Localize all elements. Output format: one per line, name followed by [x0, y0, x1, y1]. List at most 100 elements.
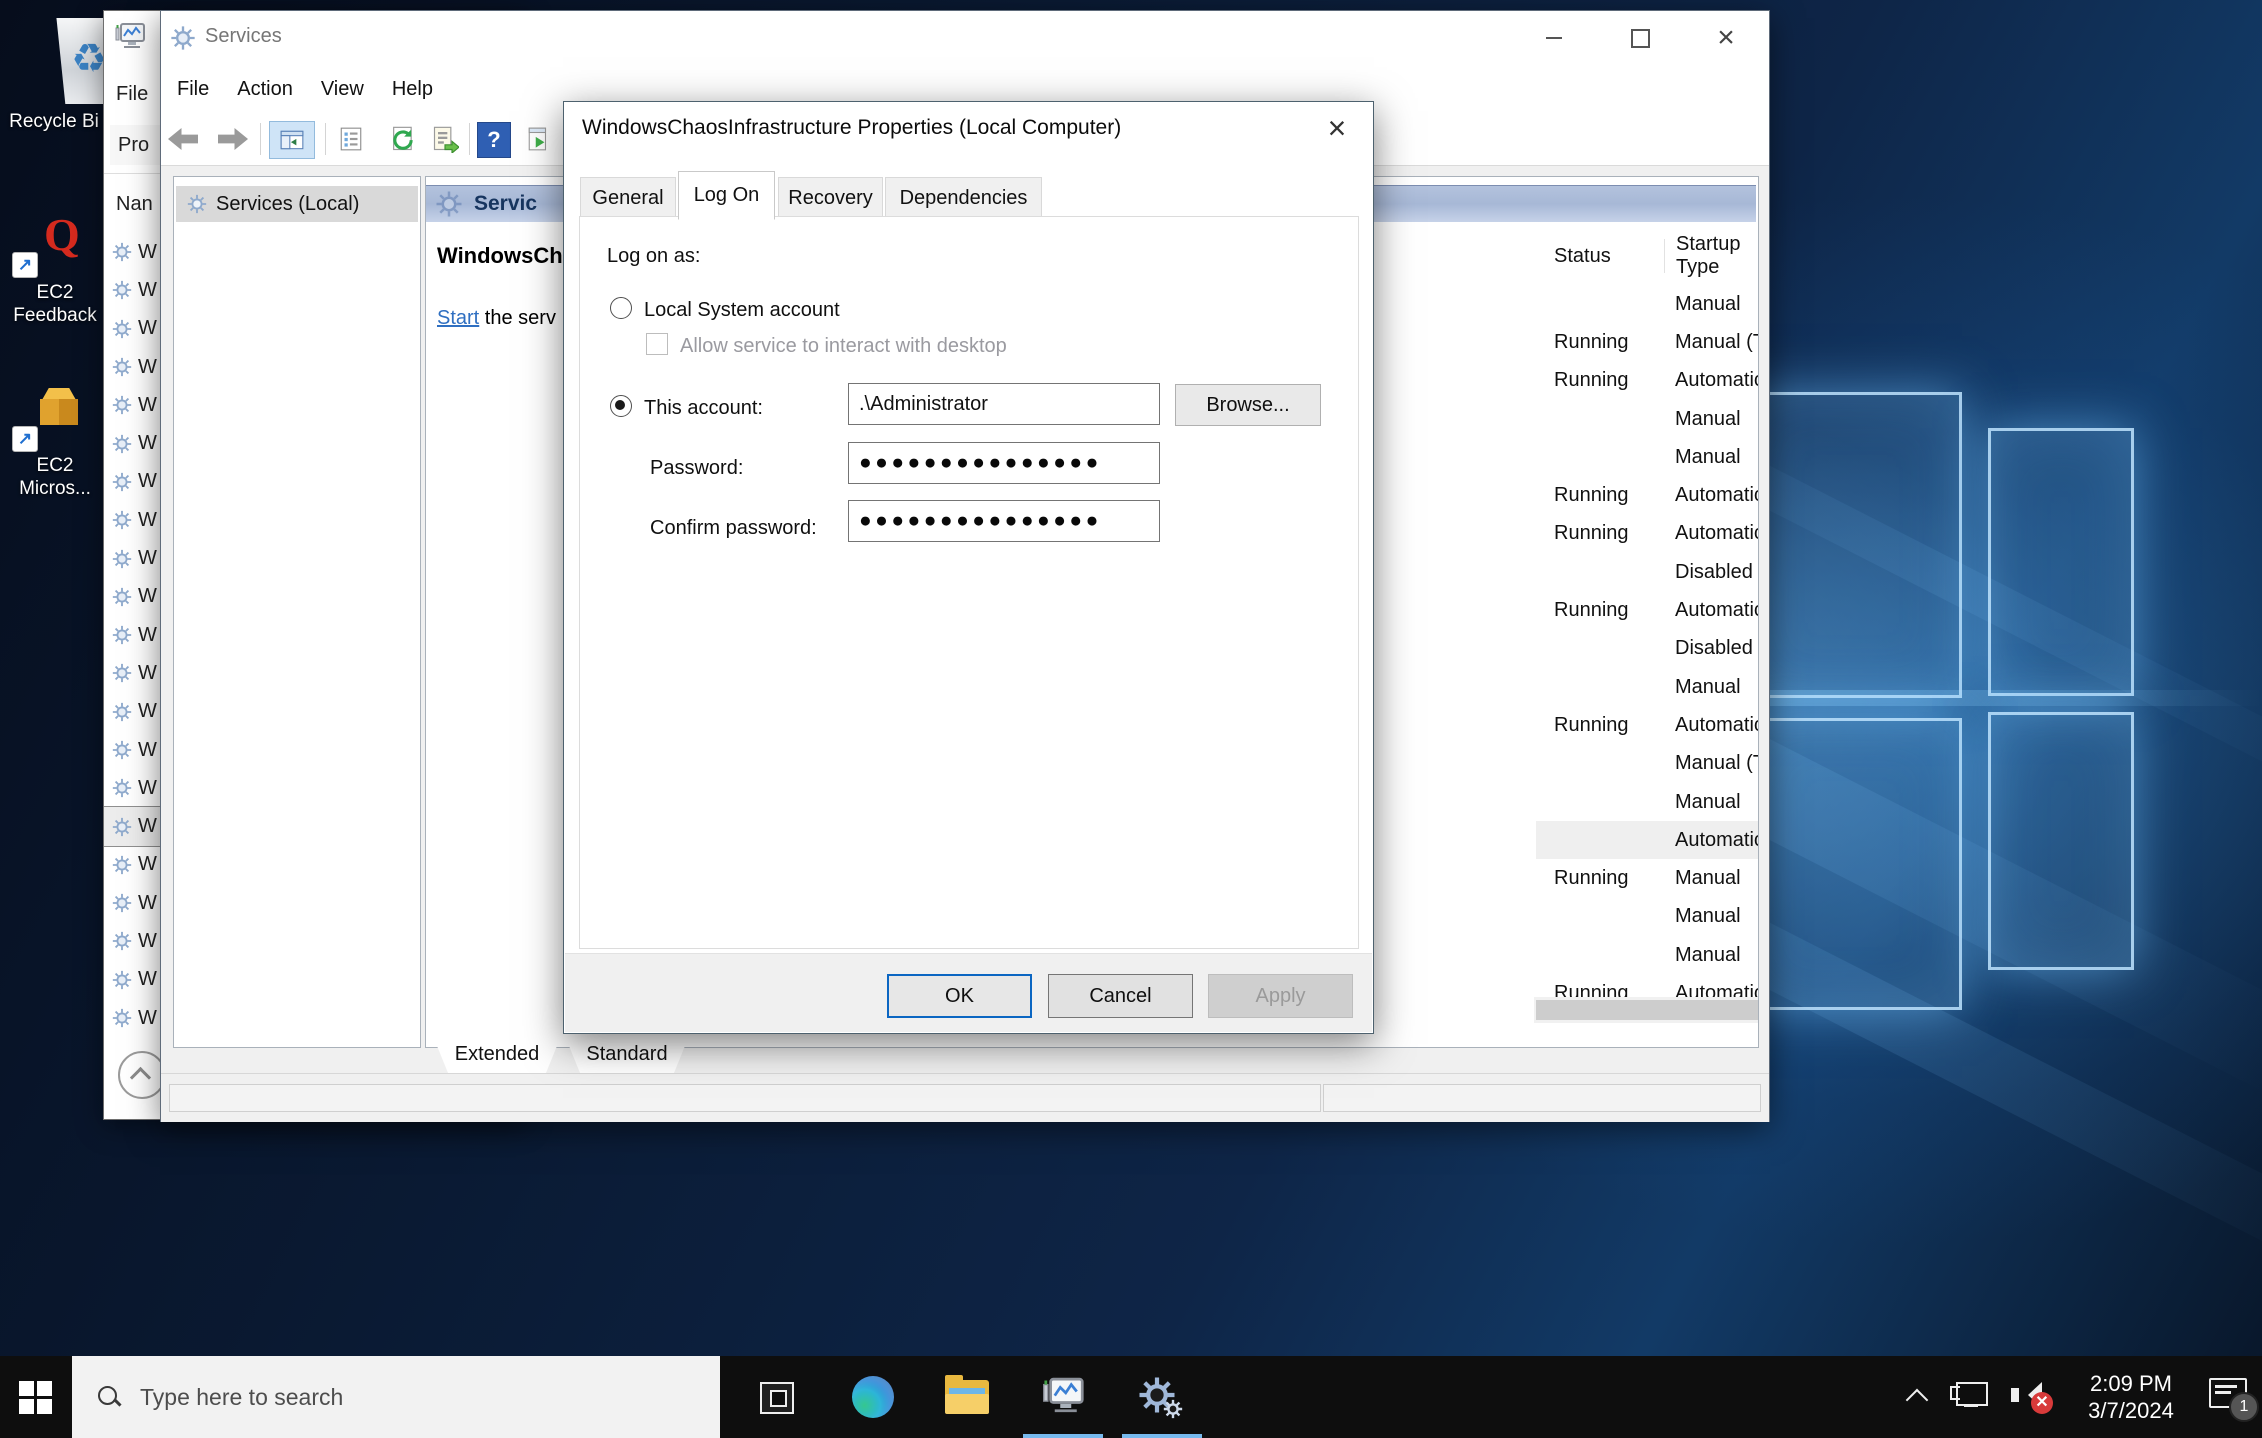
service-row[interactable]: RunningAutomatic (T...Lo [1536, 706, 1759, 744]
network-tray-button[interactable] [1942, 1356, 1998, 1438]
bgwin-service-row[interactable]: W [104, 922, 161, 960]
account-field[interactable]: .\Administrator [848, 383, 1160, 425]
services-titlebar[interactable]: Services × [161, 11, 1769, 65]
service-row[interactable]: DisabledLo [1536, 553, 1759, 591]
bgwin-service-row[interactable]: W [104, 271, 161, 309]
start-service-icon[interactable] [521, 121, 557, 157]
tab-standard[interactable]: Standard [565, 1036, 689, 1073]
service-row[interactable]: ManualLo [1536, 438, 1759, 476]
export-list-icon[interactable] [427, 121, 463, 157]
bgwin-service-row[interactable]: W [104, 846, 161, 884]
tab-log-on[interactable]: Log On [678, 171, 775, 220]
bgwin-service-row[interactable]: W [104, 424, 161, 462]
bgwin-menu-file[interactable]: File [116, 83, 148, 106]
allow-desktop-checkbox[interactable] [646, 333, 668, 355]
confirm-password-field[interactable]: ●●●●●●●●●●●●●●● [848, 500, 1160, 542]
menu-view[interactable]: View [307, 72, 378, 107]
service-row[interactable]: DisabledLo [1536, 630, 1759, 668]
bgwin-service-row[interactable]: W [104, 731, 161, 769]
ec2-feedback-icon[interactable]: Q [44, 208, 80, 261]
bgwin-service-row[interactable]: W [104, 807, 161, 845]
this-account-label[interactable]: This account: [644, 397, 763, 420]
password-field[interactable]: ●●●●●●●●●●●●●●● [848, 442, 1160, 484]
column-header-startup-type[interactable]: Startup Type [1676, 233, 1758, 279]
active-app-indicator [1122, 1434, 1202, 1438]
tab-extended[interactable]: Extended [433, 1036, 561, 1073]
bgwin-service-row[interactable]: W [104, 616, 161, 654]
bgwin-service-row[interactable]: W [104, 578, 161, 616]
service-row[interactable]: RunningAutomaticNe [1536, 591, 1759, 629]
menu-action[interactable]: Action [223, 72, 307, 107]
show-console-tree-icon[interactable] [269, 121, 315, 159]
bgwin-scroll-top-button[interactable] [118, 1051, 166, 1099]
service-row[interactable]: ManualLo [1536, 668, 1759, 706]
bgwin-service-row[interactable]: W [104, 386, 161, 424]
ec2-microservice-icon[interactable] [40, 388, 80, 426]
bgwin-service-row[interactable]: W [104, 348, 161, 386]
task-view-button[interactable] [742, 1356, 812, 1438]
help-icon[interactable]: ? [477, 122, 511, 158]
menu-file[interactable]: File [163, 72, 223, 107]
tab-general[interactable]: General [580, 177, 676, 218]
service-row[interactable]: ManualLo [1536, 936, 1759, 974]
bgwin-service-row[interactable]: W [104, 310, 161, 348]
service-row[interactable]: ManualNe [1536, 400, 1759, 438]
refresh-icon[interactable] [385, 121, 421, 157]
shortcut-arrow-icon: ↗ [12, 426, 38, 452]
taskbar-search[interactable]: Type here to search [72, 1356, 720, 1438]
local-system-radio[interactable] [610, 297, 632, 319]
service-row[interactable]: RunningManual (Trig...Lo [1536, 323, 1759, 361]
bgwin-service-row[interactable]: W [104, 999, 161, 1037]
bgwin-service-row[interactable]: W [104, 693, 161, 731]
action-center-button[interactable]: 1 [2198, 1356, 2260, 1438]
minimize-button[interactable] [1511, 11, 1597, 65]
bgwin-service-row[interactable]: W [104, 539, 161, 577]
menu-help[interactable]: Help [378, 72, 447, 107]
column-header-status[interactable]: Status [1554, 233, 1611, 279]
perfmon-taskbar-button[interactable] [1028, 1356, 1098, 1438]
horizontal-scrollbar[interactable] [1534, 997, 1759, 1023]
local-system-label[interactable]: Local System account [644, 299, 840, 322]
bgwin-service-row[interactable]: W [104, 769, 161, 807]
bgwin-service-row[interactable]: W [104, 233, 161, 271]
services-taskbar-button[interactable] [1122, 1356, 1192, 1438]
forward-icon[interactable] [215, 121, 251, 157]
browse-button[interactable]: Browse... [1175, 384, 1321, 426]
maximize-button[interactable] [1597, 11, 1683, 65]
bgwin-service-row[interactable]: W [104, 961, 161, 999]
cancel-button[interactable]: Cancel [1048, 974, 1193, 1018]
properties-icon[interactable] [333, 121, 369, 157]
start-service-link[interactable]: Start [437, 307, 479, 329]
apply-button[interactable]: Apply [1208, 974, 1353, 1018]
tree-item-services-local[interactable]: Services (Local) [176, 186, 418, 222]
ok-button[interactable]: OK [887, 974, 1032, 1018]
service-row[interactable]: RunningAutomaticLo [1536, 362, 1759, 400]
close-button[interactable]: × [1683, 11, 1769, 65]
service-row[interactable]: RunningAutomaticLo [1536, 515, 1759, 553]
file-explorer-button[interactable] [932, 1356, 1002, 1438]
back-icon[interactable] [165, 121, 201, 157]
service-row[interactable]: Manual (Trig...Lo [1536, 745, 1759, 783]
start-button[interactable] [0, 1356, 70, 1438]
bgwin-service-row[interactable]: W [104, 463, 161, 501]
bgwin-service-row[interactable]: W [104, 501, 161, 539]
bgwin-service-row[interactable]: W [104, 654, 161, 692]
clock[interactable]: 2:09 PM 3/7/2024 [2066, 1356, 2196, 1438]
services-list: ManualLoRunningManual (Trig...LoRunningA… [1536, 285, 1759, 1015]
tray-expand-button[interactable] [1895, 1356, 1939, 1438]
tab-recovery[interactable]: Recovery [778, 177, 883, 218]
service-row[interactable]: ManualLo [1536, 898, 1759, 936]
service-row[interactable]: Automatic.\A [1536, 821, 1759, 859]
service-row[interactable]: RunningAutomaticLo [1536, 476, 1759, 514]
dialog-close-icon[interactable]: × [1315, 108, 1359, 148]
scrollbar-thumb[interactable] [1536, 1000, 1758, 1020]
edge-button[interactable] [838, 1356, 908, 1438]
service-row[interactable]: RunningManualLo [1536, 859, 1759, 897]
volume-tray-button[interactable]: ✕ [2000, 1356, 2062, 1438]
tab-dependencies[interactable]: Dependencies [885, 177, 1042, 218]
service-row[interactable]: ManualLo [1536, 783, 1759, 821]
this-account-radio[interactable] [610, 395, 632, 417]
service-row[interactable]: ManualLo [1536, 285, 1759, 323]
bgwin-name-column-header[interactable]: Nan [116, 193, 153, 216]
bgwin-service-row[interactable]: W [104, 884, 161, 922]
